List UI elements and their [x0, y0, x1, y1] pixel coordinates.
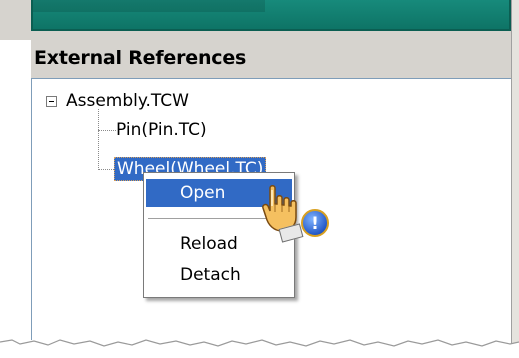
right-scroll-edge[interactable] — [511, 0, 519, 358]
external-references-header: External References — [31, 40, 511, 78]
torn-edge — [0, 339, 519, 358]
menu-item-reload[interactable]: Reload — [146, 230, 292, 258]
left-margin — [0, 0, 31, 358]
teal-bar-shade — [33, 0, 265, 12]
tree-connector-vertical — [98, 109, 99, 170]
tree-item-assembly[interactable]: Assembly.TCW — [66, 90, 189, 112]
minus-box-icon[interactable] — [46, 96, 57, 107]
info-exclamation-icon: ! — [301, 209, 329, 237]
menu-item-detach[interactable]: Detach — [146, 261, 292, 289]
top-panel-area — [0, 0, 519, 40]
tree-item-pin[interactable]: Pin(Pin.TC) — [116, 119, 207, 141]
panel-title: External References — [34, 47, 247, 69]
svg-text:!: ! — [311, 214, 319, 234]
tree-connector-horizontal — [98, 130, 116, 131]
window: External References Assembly.TCW Pin(Pin… — [0, 0, 519, 358]
